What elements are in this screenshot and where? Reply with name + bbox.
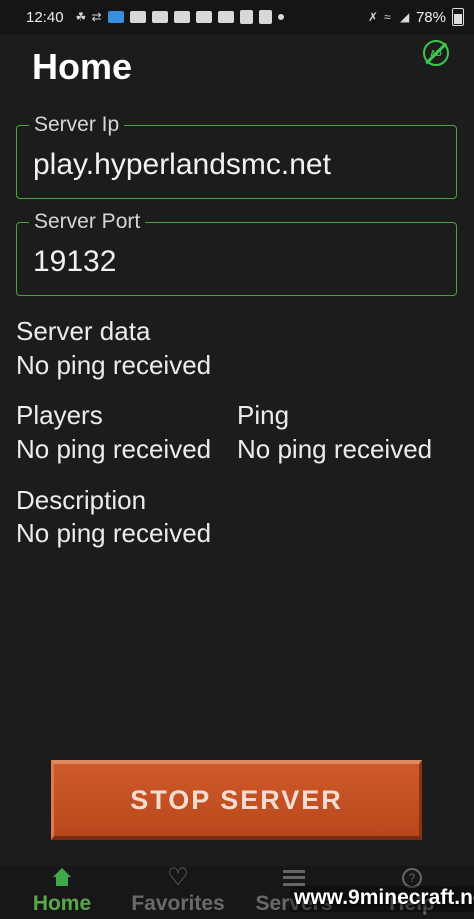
wifi-icon: ≈: [383, 10, 391, 24]
youtube-icon: [217, 11, 234, 23]
leaf-icon: ☘: [75, 10, 87, 24]
youtube-icon: [173, 11, 190, 23]
nav-home-label: Home: [32, 892, 92, 915]
watermark: www.9minecraft.net: [290, 886, 474, 912]
status-time: 12:40: [26, 8, 64, 26]
players-label: Players: [16, 400, 103, 430]
page-title: Home: [32, 46, 133, 87]
description-label: Description: [16, 485, 147, 515]
nav-favorites-label: Favorites: [131, 892, 225, 915]
nav-home[interactable]: Home: [26, 866, 98, 916]
servers-icon: [283, 870, 305, 886]
youtube-icon: [151, 11, 168, 23]
signal-icon: ◢: [399, 10, 410, 24]
server-port-label: Server Port: [29, 210, 146, 234]
server-port-value[interactable]: 19132: [33, 245, 116, 279]
calendar-icon: [258, 10, 272, 24]
calendar-icon: [239, 10, 253, 24]
server-data-label: Server data: [16, 316, 151, 346]
youtube-icon: [195, 11, 212, 23]
mute-icon: ✗: [367, 10, 379, 24]
server-data-value: No ping received: [16, 350, 212, 380]
battery-icon: [452, 8, 464, 26]
stop-server-button[interactable]: STOP SERVER: [51, 760, 422, 840]
players-value: No ping received: [16, 434, 212, 464]
server-ip-field[interactable]: Server Ip play.hyperlandsmc.net: [16, 113, 457, 199]
ping-value: No ping received: [237, 434, 433, 464]
youtube-icon: [129, 11, 146, 23]
nav-favorites[interactable]: ♡ Favorites: [120, 866, 236, 916]
system-icons: ✗ ≈ ◢ 78%: [368, 8, 464, 26]
sync-icon: ⇄: [91, 10, 102, 24]
notification-icons: ☘ ⇄: [76, 10, 284, 24]
description-value: No ping received: [16, 518, 212, 548]
remove-ads-icon[interactable]: AD: [423, 40, 449, 66]
status-bar: 12:40 ☘ ⇄ ✗ ≈ ◢ 78%: [0, 0, 474, 34]
home-icon: [51, 868, 73, 888]
server-port-field[interactable]: Server Port 19132: [16, 210, 457, 296]
heart-icon: ♡: [167, 864, 189, 891]
app-notification-icon: [107, 11, 124, 23]
more-dot-icon: [277, 14, 284, 20]
help-icon: ?: [402, 868, 422, 888]
server-ip-value[interactable]: play.hyperlandsmc.net: [33, 148, 331, 182]
server-ip-label: Server Ip: [29, 113, 125, 137]
battery-percent: 78%: [415, 8, 446, 26]
remove-ads-icon-text: AD: [430, 48, 442, 58]
ping-label: Ping: [237, 400, 290, 430]
